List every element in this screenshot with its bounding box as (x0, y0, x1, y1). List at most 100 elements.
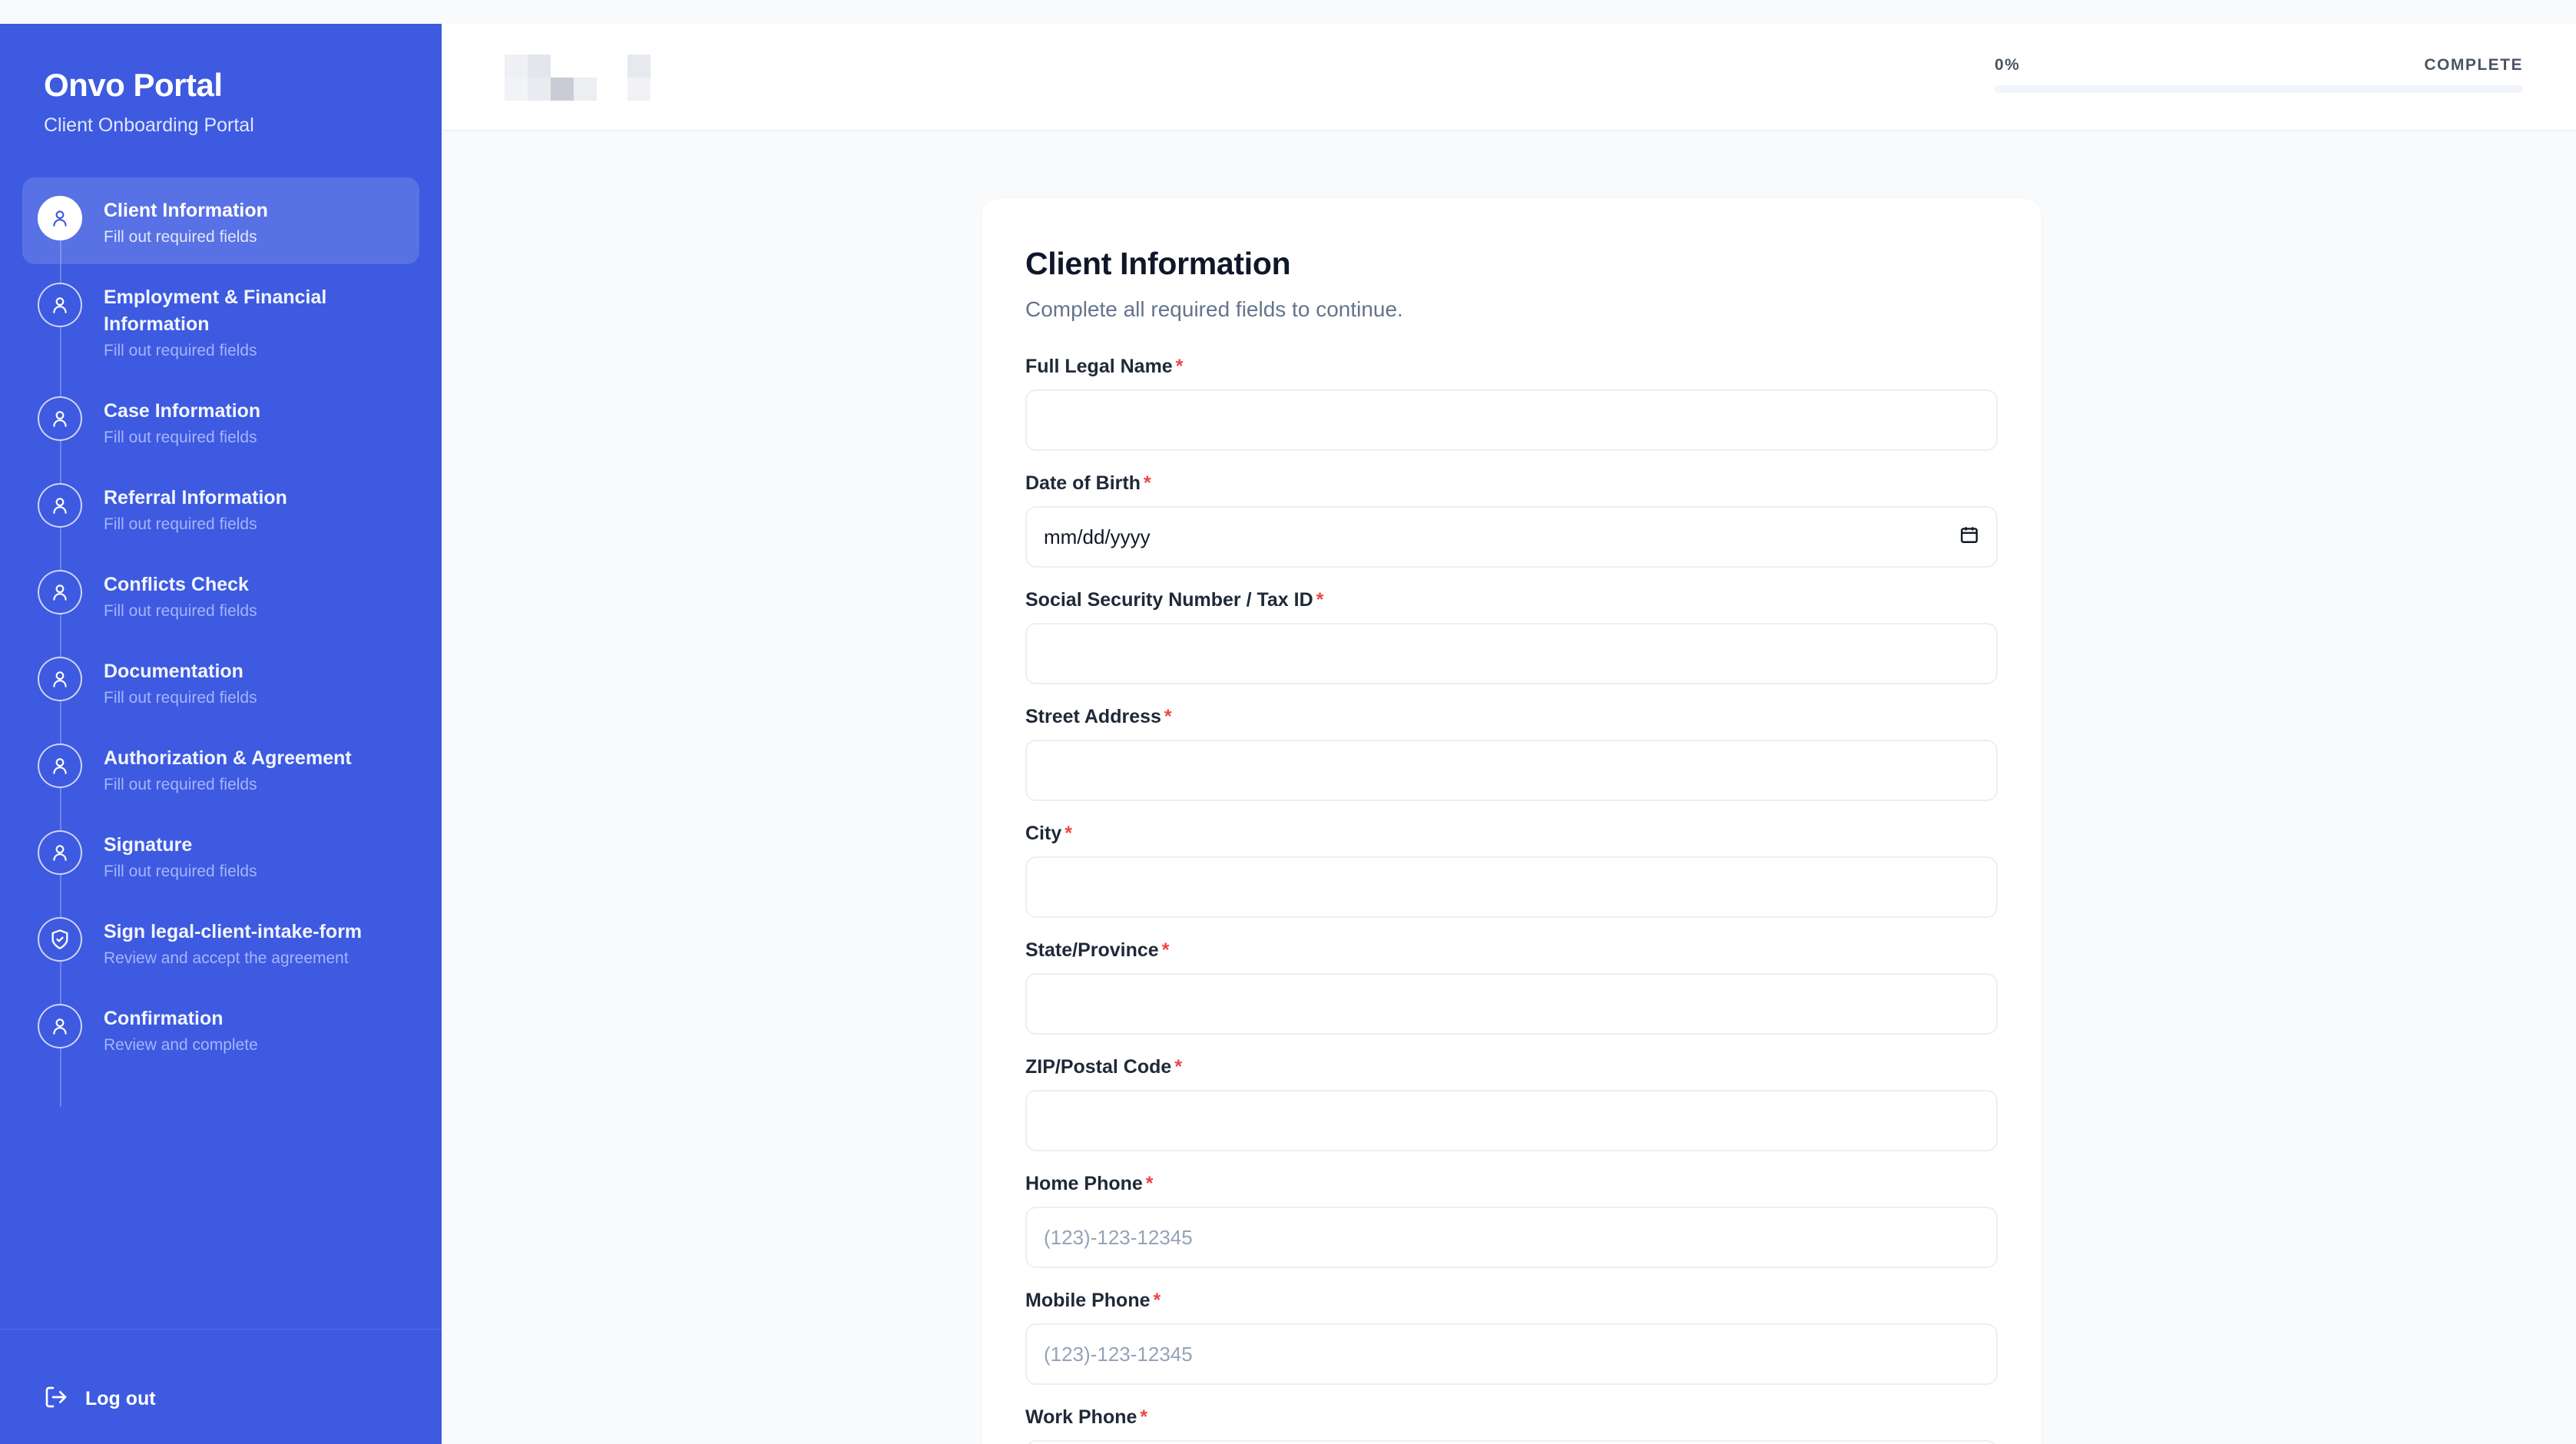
sidebar-step[interactable]: Documentation Fill out required fields (22, 638, 419, 725)
form-field: Date of Birth * mm/dd/yyyy (1025, 471, 1998, 568)
field-label: Work Phone * (1025, 1406, 1148, 1428)
field-label: City * (1025, 823, 1072, 844)
form-field: City * (1025, 821, 1998, 918)
sidebar-footer: Log out (0, 1329, 442, 1444)
form-title: Client Information (1025, 246, 1291, 281)
sidebar-step[interactable]: Referral Information Fill out required f… (22, 465, 419, 551)
text-input[interactable]: (123)-123-12345 (1025, 1207, 1998, 1268)
step-title: Authorization & Agreement (104, 747, 352, 769)
required-marker: * (1174, 1056, 1183, 1078)
user-icon (38, 744, 82, 788)
user-icon (38, 483, 82, 528)
step-description: Fill out required fields (104, 429, 257, 446)
form-field: Street Address * (1025, 704, 1998, 801)
text-input[interactable] (1025, 856, 1998, 918)
user-icon (38, 570, 82, 614)
text-input[interactable] (1025, 623, 1998, 684)
logo-placeholder (505, 55, 666, 101)
step-description: Fill out required fields (104, 228, 257, 246)
sidebar-step[interactable]: Employment & Financial Information Fill … (22, 264, 419, 378)
step-title: Case Information (104, 400, 261, 422)
form-card: Client Information Complete all required… (982, 199, 2041, 1444)
step-description: Review and complete (104, 1036, 258, 1054)
step-title: Documentation (104, 661, 243, 682)
date-input[interactable]: mm/dd/yyyy (1025, 506, 1998, 568)
calendar-icon[interactable] (1959, 525, 1979, 550)
user-icon (38, 396, 82, 441)
text-input[interactable] (1025, 389, 1998, 451)
form-field: Full Legal Name * (1025, 354, 1998, 451)
brand-title: Onvo Portal (44, 67, 223, 103)
required-marker: * (1316, 589, 1324, 611)
field-label: Street Address * (1025, 706, 1172, 727)
form-subtitle: Complete all required fields to continue… (1025, 297, 1403, 321)
required-marker: * (1144, 472, 1151, 494)
text-input[interactable] (1025, 740, 1998, 801)
logout-icon (44, 1385, 68, 1413)
progress-status: COMPLETE (2424, 56, 2523, 74)
top-bar: 0% COMPLETE (442, 24, 2576, 131)
step-description: Fill out required fields (104, 689, 257, 707)
logout-label: Log out (85, 1388, 156, 1409)
progress-percent: 0% (1995, 56, 2021, 74)
field-label: Full Legal Name * (1025, 356, 1184, 377)
user-icon (38, 196, 82, 240)
logout-button[interactable]: Log out (44, 1385, 156, 1413)
step-description: Fill out required fields (104, 342, 257, 359)
required-marker: * (1175, 356, 1184, 377)
required-marker: * (1153, 1290, 1161, 1311)
user-icon (38, 283, 82, 327)
required-marker: * (1164, 706, 1172, 727)
field-label: Social Security Number / Tax ID * (1025, 589, 1324, 611)
text-input[interactable] (1025, 1090, 1998, 1151)
form-field: ZIP/Postal Code * (1025, 1055, 1998, 1151)
step-description: Fill out required fields (104, 776, 257, 793)
form-field: Mobile Phone * (123)-123-12345 (1025, 1288, 1998, 1385)
step-title: Employment & Financial Information (104, 286, 327, 335)
form-fields: Full Legal Name * Date of Birth * mm/dd/yy… (1025, 354, 1998, 1444)
field-label: ZIP/Postal Code * (1025, 1056, 1183, 1078)
step-title: Confirmation (104, 1008, 223, 1029)
field-label: Mobile Phone * (1025, 1290, 1161, 1311)
sidebar-step[interactable]: Client Information Fill out required fie… (22, 177, 419, 264)
sidebar-step[interactable]: Authorization & Agreement Fill out requi… (22, 725, 419, 812)
progress-indicator: 0% COMPLETE (1995, 56, 2523, 93)
app-window: Onvo Portal Client Onboarding Portal Cli… (0, 24, 2576, 1444)
form-field: Work Phone * (1025, 1405, 1998, 1444)
main-content: 0% COMPLETE Client Information Complete … (442, 24, 2576, 1444)
field-label: State/Province * (1025, 939, 1170, 961)
form-field: Home Phone * (123)-123-12345 (1025, 1171, 1998, 1268)
sidebar-step[interactable]: Confirmation Review and complete (22, 985, 419, 1072)
step-title: Referral Information (104, 487, 287, 508)
required-marker: * (1065, 823, 1072, 844)
step-description: Review and accept the agreement (104, 949, 349, 967)
step-title: Sign legal-client-intake-form (104, 921, 363, 942)
required-marker: * (1161, 939, 1170, 961)
field-label: Home Phone * (1025, 1173, 1154, 1194)
step-title: Signature (104, 834, 193, 856)
user-icon (38, 830, 82, 875)
text-input[interactable] (1025, 1440, 1998, 1444)
text-input[interactable] (1025, 973, 1998, 1035)
sidebar-step[interactable]: Case Information Fill out required field… (22, 378, 419, 465)
step-title: Conflicts Check (104, 574, 249, 595)
field-label: Date of Birth * (1025, 472, 1151, 494)
sidebar: Onvo Portal Client Onboarding Portal Cli… (0, 24, 442, 1444)
form-field: Social Security Number / Tax ID * (1025, 588, 1998, 684)
user-icon (38, 657, 82, 701)
brand: Onvo Portal Client Onboarding Portal (0, 24, 442, 137)
step-title: Client Information (104, 200, 268, 221)
sidebar-step[interactable]: Signature Fill out required fields (22, 812, 419, 899)
step-description: Fill out required fields (104, 515, 257, 533)
required-marker: * (1140, 1406, 1148, 1428)
shield-check-icon (38, 917, 82, 962)
sidebar-step[interactable]: Sign legal-client-intake-form Review and… (22, 899, 419, 985)
step-description: Fill out required fields (104, 602, 257, 620)
progress-bar (1995, 85, 2523, 93)
sidebar-step[interactable]: Conflicts Check Fill out required fields (22, 551, 419, 638)
text-input[interactable]: (123)-123-12345 (1025, 1323, 1998, 1385)
brand-subtitle: Client Onboarding Portal (44, 114, 254, 136)
step-list: Client Information Fill out required fie… (0, 177, 442, 1107)
user-icon (38, 1004, 82, 1048)
form-field: State/Province * (1025, 938, 1998, 1035)
